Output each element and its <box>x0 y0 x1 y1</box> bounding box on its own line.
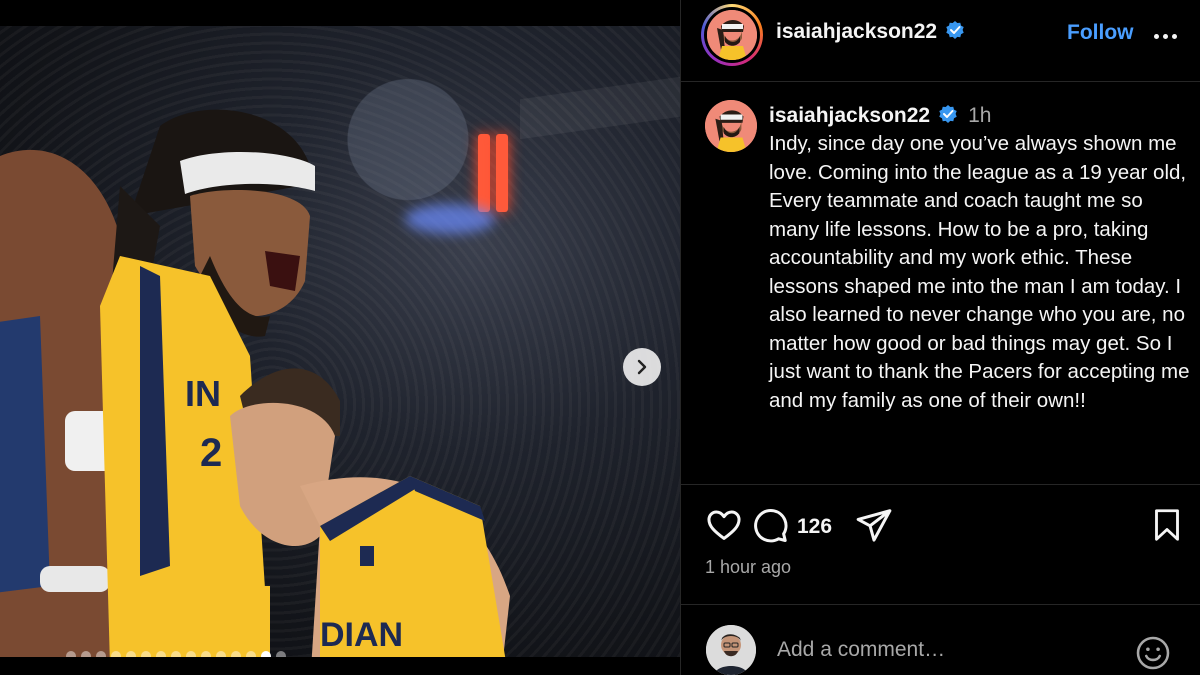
caption-header: isaiahjackson22 1h <box>769 104 991 128</box>
author-avatar-story-ring[interactable] <box>701 4 763 66</box>
action-bar: 126 <box>705 506 1185 546</box>
post-header: isaiahjackson22 Follow <box>681 0 1200 82</box>
post-media: IN 2 DIAN <box>0 0 680 675</box>
carousel-dot <box>66 651 76 657</box>
carousel-dot <box>126 651 136 657</box>
carousel-dot <box>141 651 151 657</box>
carousel-dot <box>276 651 286 657</box>
author-avatar <box>707 10 757 60</box>
viewer-avatar <box>706 625 756 675</box>
caption-username[interactable]: isaiahjackson22 <box>769 104 930 127</box>
comment-input[interactable] <box>777 635 1117 665</box>
carousel-dot <box>156 651 166 657</box>
svg-text:DIAN: DIAN <box>320 616 403 654</box>
verified-badge-icon <box>939 105 957 124</box>
carousel-dot <box>111 651 121 657</box>
bitmoji-avatar-icon <box>705 100 757 152</box>
divider <box>681 484 1200 485</box>
bookmark-icon[interactable] <box>1149 506 1185 544</box>
arena-scoreboard-light <box>470 134 516 212</box>
caption-text: Indy, since day one you’ve always shown … <box>769 132 1190 412</box>
carousel-dot <box>171 651 181 657</box>
heart-icon[interactable] <box>705 506 743 544</box>
carousel-dot <box>261 651 271 657</box>
post-timestamp[interactable]: 1 hour ago <box>705 557 791 578</box>
carousel-dot <box>96 651 106 657</box>
author-username[interactable]: isaiahjackson22 <box>776 20 965 44</box>
carousel-dot <box>246 651 256 657</box>
carousel-dot <box>81 651 91 657</box>
paper-plane-icon[interactable] <box>855 506 893 544</box>
chevron-right-icon <box>637 359 647 375</box>
caption-author-avatar[interactable] <box>705 100 757 152</box>
post-sidebar: isaiahjackson22 Follow isaiahjackson22 1h… <box>680 0 1200 675</box>
verified-badge-icon <box>946 21 964 40</box>
follow-button[interactable]: Follow <box>1067 21 1134 45</box>
caption-timestamp[interactable]: 1h <box>968 104 991 127</box>
post-photo[interactable]: IN 2 DIAN <box>0 26 680 657</box>
carousel-dot <box>216 651 226 657</box>
carousel-dot <box>201 651 211 657</box>
carousel-dot <box>186 651 196 657</box>
comment-bubble-icon[interactable] <box>751 506 789 544</box>
bitmoji-avatar-icon <box>707 10 757 60</box>
smiley-icon[interactable] <box>1135 635 1171 671</box>
comment-bar <box>681 604 1200 675</box>
carousel-next-button[interactable] <box>623 348 661 386</box>
author-username-text[interactable]: isaiahjackson22 <box>776 20 937 43</box>
carousel-dot <box>231 651 241 657</box>
comment-count[interactable]: 126 <box>797 515 832 539</box>
player-headdown: DIAN <box>230 368 510 657</box>
more-options-icon[interactable] <box>1151 24 1179 48</box>
viewer-avatar-icon <box>706 625 756 675</box>
carousel-indicator <box>66 651 286 657</box>
arena-light <box>405 204 495 234</box>
